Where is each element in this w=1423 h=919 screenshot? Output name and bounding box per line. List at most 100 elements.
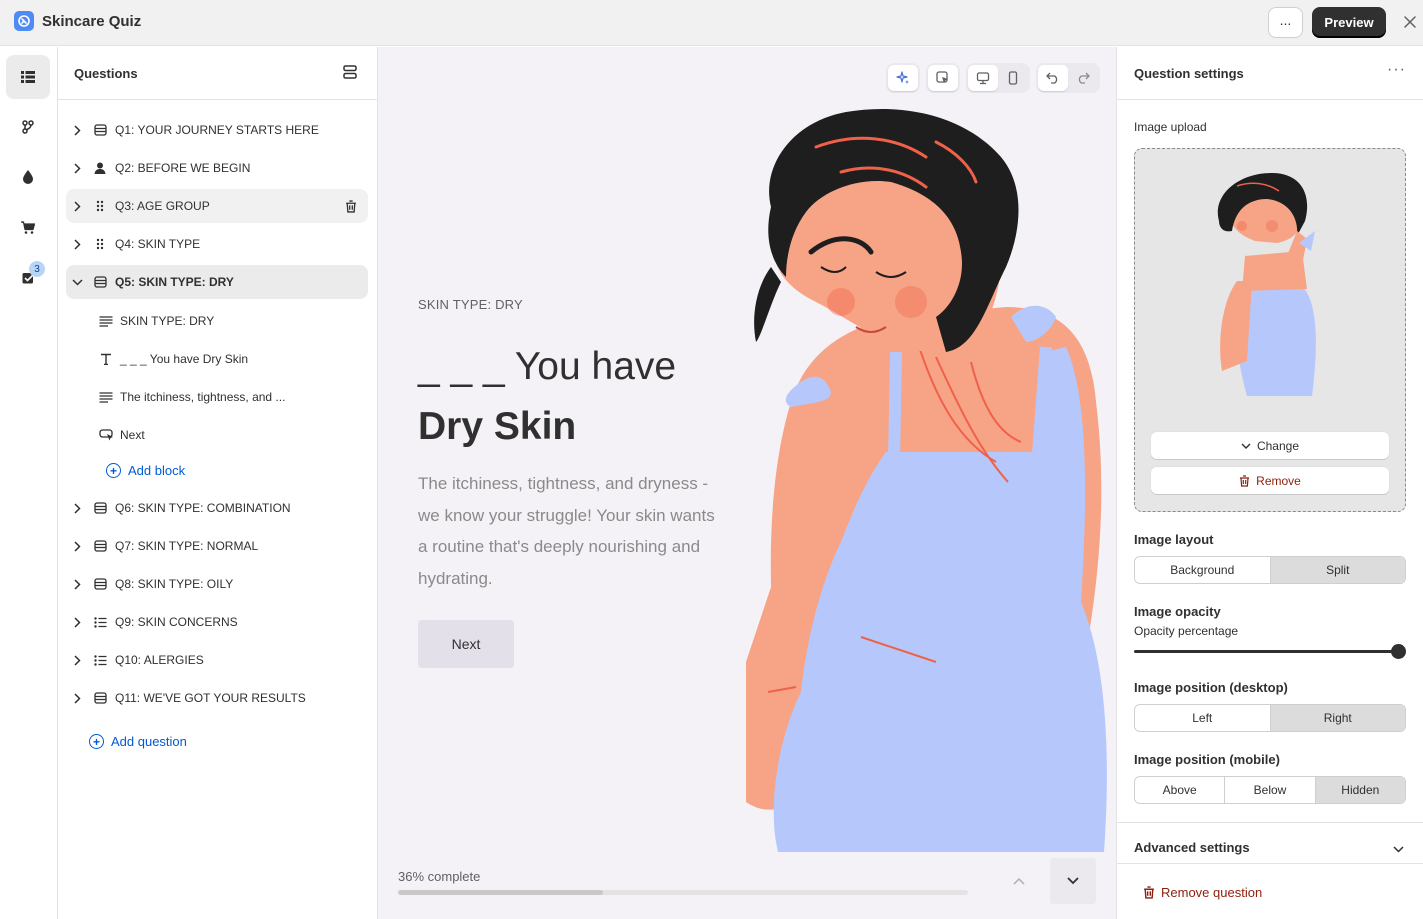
- block-row[interactable]: SKIN TYPE: DRY: [96, 306, 366, 336]
- close-icon[interactable]: [1400, 12, 1420, 32]
- question-row[interactable]: Q8: SKIN TYPE: OILY: [66, 567, 368, 601]
- ai-toolbar: [886, 63, 920, 93]
- inspect-icon[interactable]: [928, 65, 958, 91]
- text-icon: [98, 351, 114, 367]
- question-row[interactable]: Q11: WE'VE GOT YOUR RESULTS: [66, 681, 368, 715]
- app-logo-icon: [14, 11, 34, 31]
- quiz-next-button[interactable]: Next: [418, 620, 514, 668]
- rail-results-button[interactable]: 3: [6, 255, 50, 299]
- paragraph-icon: [98, 313, 114, 329]
- prev-question-button[interactable]: [996, 858, 1042, 904]
- chevron-right-icon[interactable]: [69, 614, 85, 630]
- question-label: Q7: SKIN TYPE: NORMAL: [115, 539, 259, 553]
- chevron-right-icon[interactable]: [69, 198, 85, 214]
- chevron-right-icon[interactable]: [69, 236, 85, 252]
- segment-option[interactable]: Left: [1135, 705, 1271, 731]
- image-upload-label: Image upload: [1134, 120, 1207, 134]
- remove-question-button[interactable]: Remove question: [1143, 885, 1262, 900]
- opacity-slider-thumb[interactable]: [1391, 644, 1406, 659]
- settings-more-icon[interactable]: ···: [1387, 61, 1406, 79]
- question-row[interactable]: Q7: SKIN TYPE: NORMAL: [66, 529, 368, 563]
- mobile-icon[interactable]: [998, 65, 1028, 91]
- cart-icon: [21, 220, 35, 234]
- change-image-button[interactable]: Change: [1151, 432, 1389, 459]
- settings-panel-header: Question settings ···: [1117, 47, 1423, 100]
- progress-text: 36% complete: [398, 869, 481, 884]
- rail-products-button[interactable]: [6, 205, 50, 249]
- question-body: The itchiness, tightness, and dryness - …: [418, 474, 715, 588]
- trash-icon[interactable]: [342, 197, 360, 215]
- block-row[interactable]: Next: [96, 420, 366, 450]
- segment-option[interactable]: Hidden: [1315, 777, 1405, 803]
- more-actions-button[interactable]: ...: [1268, 7, 1303, 38]
- image-layout-title: Image layout: [1134, 532, 1214, 547]
- rail-logic-button[interactable]: [6, 105, 50, 149]
- trash-icon: [1143, 886, 1155, 899]
- question-heading: _ _ _ You have Dry Skin: [418, 337, 748, 457]
- remove-image-button[interactable]: Remove: [1151, 467, 1389, 494]
- ai-sparkle-icon[interactable]: [888, 65, 918, 91]
- segment-option[interactable]: Background: [1135, 557, 1271, 583]
- question-row[interactable]: Q3: AGE GROUP: [66, 189, 368, 223]
- chevron-up-icon: [1013, 877, 1025, 885]
- opacity-slider-track[interactable]: [1134, 650, 1398, 653]
- list-icon: [92, 614, 108, 630]
- settings-panel: Question settings ··· Image upload Chang…: [1116, 47, 1423, 919]
- question-label: Q4: SKIN TYPE: [115, 237, 201, 251]
- block-row[interactable]: The itchiness, tightness, and ...: [96, 382, 366, 412]
- question-row[interactable]: Q10: ALERGIES: [66, 643, 368, 677]
- image-position-desktop-title: Image position (desktop): [1134, 680, 1288, 695]
- add-block-label: Add block: [128, 463, 186, 478]
- questions-panel-header: Questions: [58, 47, 377, 100]
- image-position-mobile-segmented: Above Below Hidden: [1134, 776, 1406, 804]
- question-row[interactable]: Q2: BEFORE WE BEGIN: [66, 151, 368, 185]
- redo-icon[interactable]: [1068, 65, 1098, 91]
- question-label: Q9: SKIN CONCERNS: [115, 615, 238, 629]
- device-toggle: [966, 63, 1030, 93]
- segment-option[interactable]: Above: [1135, 777, 1226, 803]
- next-question-button[interactable]: [1050, 858, 1096, 904]
- preview-button[interactable]: Preview: [1312, 7, 1386, 38]
- layout-icon: [92, 500, 108, 516]
- image-upload-dropzone[interactable]: Change Remove: [1134, 148, 1406, 512]
- chevron-right-icon[interactable]: [69, 500, 85, 516]
- paragraph-icon: [98, 389, 114, 405]
- rail-questions-button[interactable]: [6, 55, 50, 99]
- segment-option[interactable]: Split: [1270, 557, 1405, 583]
- top-bar: Skincare Quiz ... Preview: [0, 0, 1423, 46]
- person-icon: [92, 160, 108, 176]
- question-row[interactable]: Q6: SKIN TYPE: COMBINATION: [66, 491, 368, 525]
- preview-canvas: SKIN TYPE: DRY _ _ _ You have Dry Skin T…: [378, 47, 1116, 919]
- advanced-settings-row[interactable]: Advanced settings: [1117, 822, 1423, 864]
- chevron-right-icon[interactable]: [69, 122, 85, 138]
- question-row[interactable]: Q5: SKIN TYPE: DRY: [66, 265, 368, 299]
- block-row[interactable]: _ _ _ You have Dry Skin: [96, 344, 366, 374]
- heading-bold-text: Dry Skin: [418, 405, 577, 448]
- question-row[interactable]: Q4: SKIN TYPE: [66, 227, 368, 261]
- add-question-link[interactable]: + Add question: [89, 734, 187, 749]
- chevron-right-icon[interactable]: [69, 160, 85, 176]
- add-block-link[interactable]: + Add block: [106, 463, 185, 478]
- app-title: Skincare Quiz: [42, 13, 142, 30]
- rail-theme-button[interactable]: [6, 155, 50, 199]
- segment-option[interactable]: Right: [1270, 705, 1405, 731]
- undo-icon[interactable]: [1038, 65, 1068, 91]
- block-label: _ _ _ You have Dry Skin: [120, 352, 249, 366]
- image-position-mobile-title: Image position (mobile): [1134, 752, 1280, 767]
- block-label: SKIN TYPE: DRY: [120, 314, 215, 328]
- collapse-all-icon[interactable]: [342, 64, 360, 82]
- chevron-right-icon[interactable]: [69, 652, 85, 668]
- chevron-right-icon[interactable]: [69, 576, 85, 592]
- change-image-label: Change: [1256, 438, 1300, 453]
- question-row[interactable]: Q9: SKIN CONCERNS: [66, 605, 368, 639]
- question-label: Q8: SKIN TYPE: OILY: [115, 577, 234, 591]
- question-label: Q2: BEFORE WE BEGIN: [115, 161, 251, 175]
- segment-option[interactable]: Below: [1225, 777, 1316, 803]
- desktop-icon[interactable]: [968, 65, 998, 91]
- remove-question-label: Remove question: [1161, 885, 1263, 900]
- list-icon: [92, 652, 108, 668]
- chevron-right-icon[interactable]: [69, 538, 85, 554]
- chevron-down-icon[interactable]: [69, 274, 85, 290]
- chevron-right-icon[interactable]: [69, 690, 85, 706]
- question-row[interactable]: Q1: YOUR JOURNEY STARTS HERE: [66, 113, 368, 147]
